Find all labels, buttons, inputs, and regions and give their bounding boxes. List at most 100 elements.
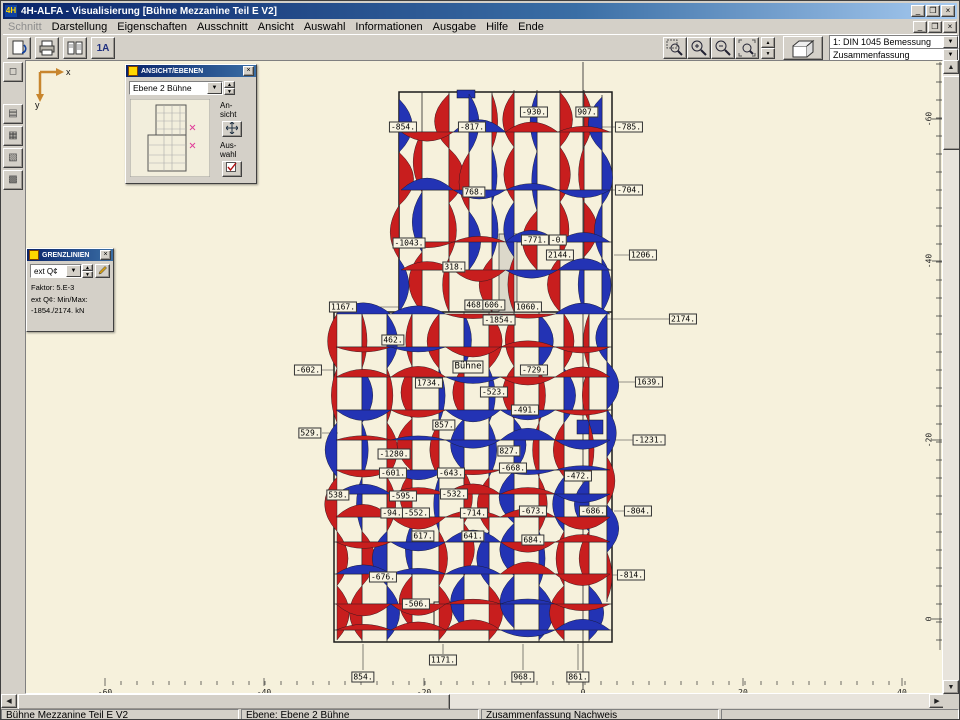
value-label: -491. [511, 405, 539, 416]
rotate-up-button[interactable]: ▲ [761, 37, 775, 48]
value-label: -602. [294, 365, 322, 376]
menu-item-hilfe[interactable]: Hilfe [481, 21, 513, 33]
value-label: -771. [521, 235, 549, 246]
scroll-down-icon[interactable]: ▼ [943, 680, 959, 694]
grenzlinien-minmax-caption: ext Q¢: Min/Max: [31, 295, 88, 304]
grenzlinien-factor: Faktor: 5.E-3 [31, 283, 74, 292]
vertical-scroll-thumb[interactable] [943, 76, 960, 150]
value-label: 462. [381, 335, 404, 346]
side-tool-button-4[interactable]: ▧ [3, 148, 23, 168]
close-button[interactable]: × [941, 5, 955, 17]
ansicht-apply-button[interactable] [222, 121, 242, 137]
level-select[interactable]: Ebene 2 Bühne ▼ [129, 81, 223, 95]
menu-item-ausgabe[interactable]: Ausgabe [428, 21, 481, 33]
value-label: 2174. [669, 314, 697, 325]
menu-item-ausschnitt[interactable]: Ausschnitt [192, 21, 253, 33]
preview-button[interactable] [7, 37, 31, 59]
grenzlinien-edit-button[interactable] [95, 264, 110, 278]
mdi-restore-button[interactable]: ❐ [928, 21, 942, 33]
value-label: 529. [298, 428, 321, 439]
minimize-button[interactable]: _ [911, 5, 925, 17]
y-axis-tick: 0 [925, 617, 934, 622]
side-tool-button-1[interactable]: ◻ [3, 62, 23, 82]
mdi-close-button[interactable]: × [943, 21, 957, 33]
side-tool-button-5[interactable]: ▩ [3, 170, 23, 190]
chevron-down-icon[interactable]: ▼ [943, 36, 958, 48]
value-label: 538. [326, 490, 349, 501]
window-title: 4H-ALFA - Visualisierung [Bühne Mezzanin… [21, 6, 910, 17]
title-bar: 4H 4H-ALFA - Visualisierung [Bühne Mezza… [3, 3, 957, 19]
value-label: -1231. [633, 435, 666, 446]
value-label: 861. [566, 672, 589, 683]
zoom-window-button[interactable] [663, 37, 687, 59]
cube-3d-icon [786, 38, 820, 60]
vertical-scrollbar[interactable]: ▲ ▼ [943, 60, 959, 694]
value-label: -643. [437, 468, 465, 479]
zoom-fit-button[interactable] [735, 37, 759, 59]
scroll-left-icon[interactable]: ◀ [1, 694, 17, 708]
norm-select[interactable]: 1: DIN 1045 Bemessung ▼ [829, 35, 959, 49]
ansicht-panel-title: ANSICHT/EBENEN [141, 68, 243, 75]
type-up-button[interactable]: ▲ [82, 264, 93, 271]
zoom-fit-icon [738, 39, 756, 57]
menu-item-ansicht[interactable]: Ansicht [253, 21, 299, 33]
level-up-button[interactable]: ▲ [224, 81, 235, 88]
horizontal-scroll-thumb[interactable] [18, 694, 450, 710]
y-axis-tick: -40 [925, 254, 934, 268]
report-icon [66, 39, 84, 57]
status-result: Zusammenfassung Nachweis [481, 709, 719, 720]
grenzlinien-spinner: ▲ ▼ [82, 264, 93, 278]
zoom-window-icon [666, 39, 684, 57]
value-label: -804. [624, 506, 652, 517]
report-button[interactable] [63, 37, 87, 59]
grenzlinien-type-select[interactable]: ext Q¢ ▼ [30, 264, 82, 278]
value-label: 318. [442, 262, 465, 273]
side-tool-button-2[interactable]: ▤ [3, 104, 23, 124]
rotate-down-button[interactable]: ▼ [761, 48, 775, 59]
zoom-in-button[interactable] [687, 37, 711, 59]
view-3d-button[interactable] [783, 36, 823, 60]
level-down-button[interactable]: ▼ [224, 88, 235, 95]
horizontal-scrollbar[interactable]: ◀ ▶ [1, 694, 945, 708]
menu-item-darstellung[interactable]: Darstellung [47, 21, 113, 33]
auswahl-label-line1: Aus- [220, 141, 236, 150]
norm-select-value: 1: DIN 1045 Bemessung [830, 37, 943, 47]
close-icon[interactable]: × [100, 250, 111, 260]
value-label: 1734. [415, 378, 443, 389]
panel-icon [128, 66, 138, 76]
value-label: -785. [615, 122, 643, 133]
value-label: -704. [615, 185, 643, 196]
side-tool-button-3[interactable]: ▦ [3, 126, 23, 146]
menu-item-auswahl[interactable]: Auswahl [299, 21, 351, 33]
value-label: 854. [351, 672, 374, 683]
chevron-down-icon[interactable]: ▼ [207, 82, 222, 94]
zoom-out-icon [714, 39, 732, 57]
app-window: 4H 4H-ALFA - Visualisierung [Bühne Mezza… [0, 0, 960, 720]
side-toolbar: ◻ ▤ ▦ ▧ ▩ [1, 60, 25, 694]
menu-item-informationen[interactable]: Informationen [350, 21, 427, 33]
auswahl-button[interactable] [222, 161, 242, 177]
mdi-minimize-button[interactable]: _ [913, 21, 927, 33]
value-label: 1167. [329, 302, 357, 313]
chevron-down-icon[interactable]: ▼ [66, 265, 81, 277]
maximize-button[interactable]: ❐ [926, 5, 940, 17]
menu-item-ende[interactable]: Ende [513, 21, 549, 33]
menu-item-eigenschaften[interactable]: Eigenschaften [112, 21, 192, 33]
zoom-out-button[interactable] [711, 37, 735, 59]
result-select-value: Zusammenfassung [830, 50, 943, 60]
value-label: -472. [564, 471, 592, 482]
menu-bar: Schnitt Darstellung Eigenschaften Aussch… [3, 20, 957, 34]
plan-thumbnail[interactable] [130, 99, 210, 177]
value-label: -94. [380, 508, 403, 519]
value-label: -714. [460, 508, 488, 519]
area-label: Bühne [452, 361, 483, 374]
font-size-button[interactable]: 1A [91, 37, 115, 59]
value-label: 768. [462, 187, 485, 198]
scroll-up-icon[interactable]: ▲ [943, 60, 959, 74]
type-down-button[interactable]: ▼ [82, 271, 93, 278]
print-button[interactable] [35, 37, 59, 59]
close-icon[interactable]: × [243, 66, 254, 76]
ansicht-panel-titlebar[interactable]: ANSICHT/EBENEN × [126, 65, 256, 77]
grenzlinien-panel-titlebar[interactable]: GRENZLINIEN × [27, 249, 113, 261]
value-label: -817. [458, 122, 486, 133]
